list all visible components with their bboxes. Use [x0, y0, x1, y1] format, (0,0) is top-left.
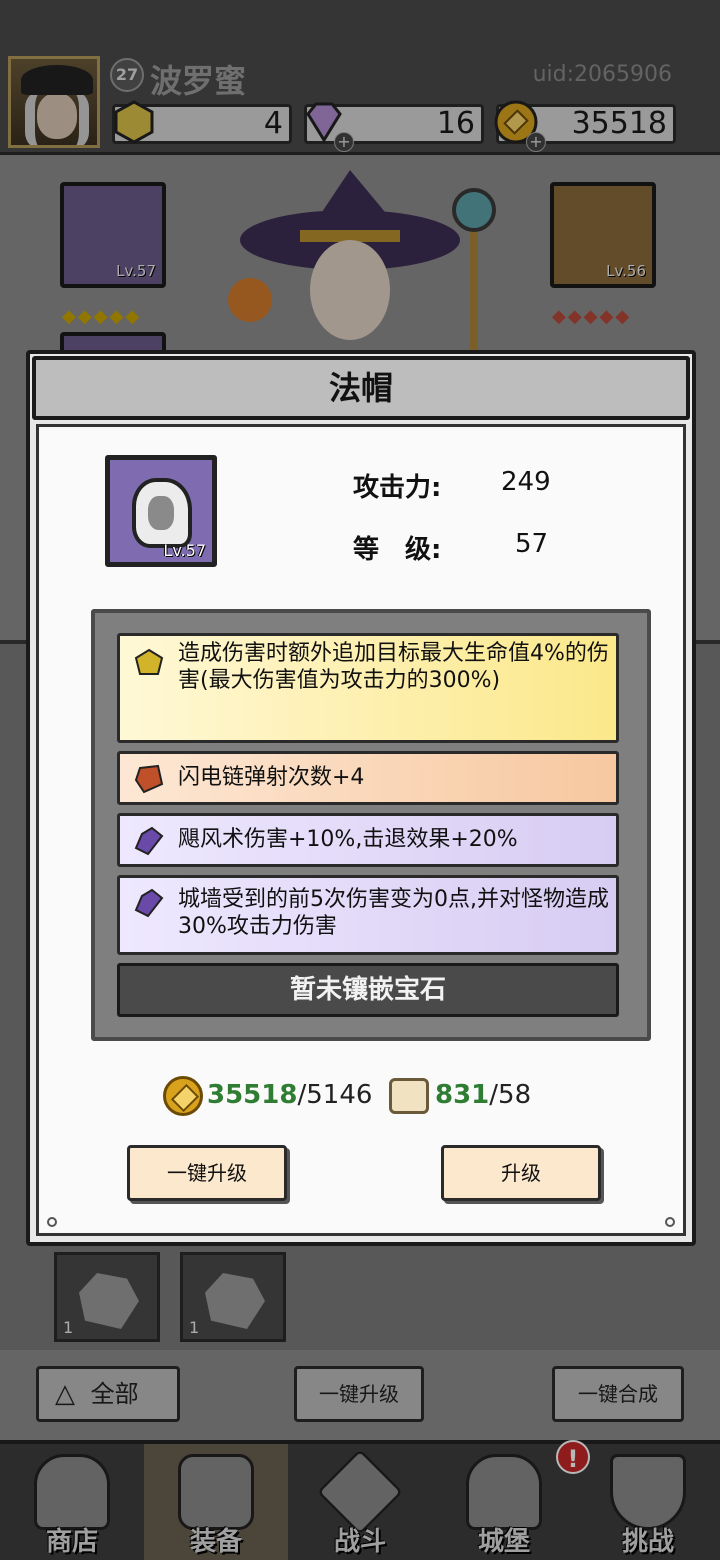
coin-need: /5146	[297, 1080, 373, 1110]
corner-decoration	[47, 1217, 57, 1227]
attribute-text: 城墙受到的前5次伤害变为0点,并对怪物造成30%攻击力伤害	[178, 887, 609, 939]
scroll-have: 831	[435, 1080, 490, 1110]
corner-decoration	[665, 1217, 675, 1227]
attribute-row: 造成伤害时额外追加目标最大生命值4%的伤害(最大伤害值为攻击力的300%)	[117, 633, 619, 743]
attribute-text: 飓风术伤害+10%,击退效果+20%	[178, 827, 518, 852]
modal-title: 法帽	[32, 356, 690, 420]
item-icon-frame: Lv.57	[105, 455, 217, 567]
item-detail-modal: 法帽 Lv.57 攻击力: 249 等 级: 57 造成伤害时额外追加目标最大生…	[26, 350, 696, 1246]
scroll-cost: 831/58	[389, 1075, 531, 1115]
coin-have: 35518	[207, 1080, 298, 1110]
attribute-text: 造成伤害时额外追加目标最大生命值4%的伤害(最大伤害值为攻击力的300%)	[178, 641, 609, 693]
yellow-gem-icon	[134, 648, 164, 675]
no-gem-socket[interactable]: 暂未镶嵌宝石	[117, 963, 619, 1017]
item-level-badge: Lv.57	[163, 541, 206, 560]
coin-cost: 35518/5146	[163, 1075, 373, 1116]
coin-icon	[163, 1075, 203, 1116]
level-label: 等 级:	[353, 535, 442, 565]
attribute-list: 造成伤害时额外追加目标最大生命值4%的伤害(最大伤害值为攻击力的300%) 闪电…	[91, 609, 651, 1041]
attack-value: 249	[501, 467, 551, 497]
scroll-need: /58	[489, 1080, 532, 1110]
attribute-row: 飓风术伤害+10%,击退效果+20%	[117, 813, 619, 867]
modal-body: Lv.57 攻击力: 249 等 级: 57 造成伤害时额外追加目标最大生命值4…	[36, 424, 686, 1236]
attack-label: 攻击力:	[353, 473, 442, 503]
purple-gem-icon	[134, 888, 164, 918]
upgrade-button[interactable]: 升级	[441, 1145, 601, 1201]
purple-gem-icon	[134, 826, 164, 856]
level-value: 57	[515, 529, 549, 559]
attribute-text: 闪电链弹射次数+4	[178, 765, 365, 790]
orange-gem-icon	[134, 764, 164, 794]
scroll-icon	[389, 1077, 429, 1114]
attribute-row: 闪电链弹射次数+4	[117, 751, 619, 805]
wizard-hat-icon	[132, 478, 192, 548]
one-click-upgrade-button[interactable]: 一键升级	[127, 1145, 287, 1201]
attribute-row: 城墙受到的前5次伤害变为0点,并对怪物造成30%攻击力伤害	[117, 875, 619, 955]
